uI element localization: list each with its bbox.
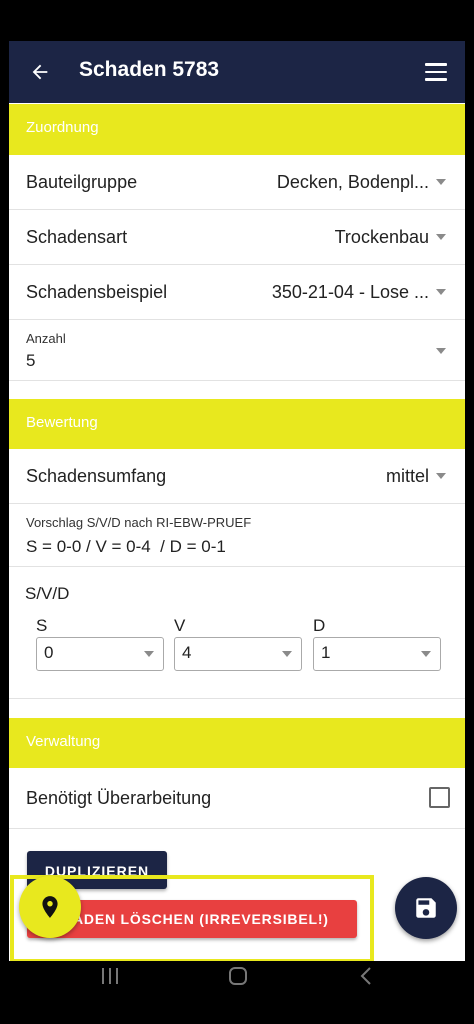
chevron-down-icon xyxy=(144,651,154,657)
home-icon xyxy=(229,967,247,985)
section-label: Bewertung xyxy=(26,414,98,431)
field-value: mittel xyxy=(385,466,429,486)
section-label: Zuordnung xyxy=(26,119,99,136)
app-screen: Schaden 5783 Zuordnung Bauteilgruppe Dec… xyxy=(9,41,465,961)
floppy-disk-icon xyxy=(416,898,436,918)
arrow-left-icon xyxy=(32,64,48,80)
anzahl-select[interactable]: Anzahl 5 xyxy=(9,320,465,381)
divider xyxy=(9,698,465,699)
system-nav-bar xyxy=(0,961,474,1024)
app-bar: Schaden 5783 xyxy=(9,41,465,103)
schadensumfang-select[interactable]: Schadensumfang mittel xyxy=(9,449,465,504)
field-value: 5 xyxy=(26,351,36,370)
back-button[interactable] xyxy=(25,57,55,87)
system-back-button[interactable] xyxy=(358,966,374,986)
s-select[interactable]: 0 xyxy=(36,637,164,671)
field-value: Trockenbau xyxy=(334,227,429,247)
chevron-down-icon xyxy=(282,651,292,657)
recent-apps-icon xyxy=(102,968,118,984)
ueberarbeitung-row: Benötigt Überarbeitung xyxy=(9,768,465,829)
field-label: Schadensart xyxy=(26,227,128,247)
field-label: Bauteilgruppe xyxy=(26,172,138,192)
d-label: D xyxy=(313,616,326,635)
section-header-verwaltung: Verwaltung xyxy=(9,718,465,768)
home-button[interactable] xyxy=(228,966,248,986)
chevron-down-icon xyxy=(436,289,446,295)
hamburger-menu-icon xyxy=(425,63,447,66)
section-header-zuordnung: Zuordnung xyxy=(9,104,465,155)
field-value: Decken, Bodenpl... xyxy=(276,172,429,192)
d-select[interactable]: 1 xyxy=(313,637,441,671)
ueberarbeitung-label: Benötigt Überarbeitung xyxy=(26,788,212,808)
location-fab[interactable] xyxy=(19,876,81,938)
v-label: V xyxy=(174,616,186,635)
svd-label: S/V/D xyxy=(25,584,70,603)
chevron-down-icon xyxy=(436,473,446,479)
chevron-down-icon xyxy=(436,234,446,240)
section-header-bewertung: Bewertung xyxy=(9,399,465,449)
vorschlag-label: Vorschlag S/V/D nach RI-EBW-PRUEF xyxy=(26,515,252,530)
schadensbeispiel-select[interactable]: Schadensbeispiel 350-21-04 - Lose ... xyxy=(9,265,465,320)
chevron-down-icon xyxy=(436,179,446,185)
chevron-down-icon xyxy=(421,651,431,657)
field-label: Schadensumfang xyxy=(26,466,167,486)
chevron-left-icon xyxy=(360,967,371,985)
schadensart-select[interactable]: Schadensart Trockenbau xyxy=(9,210,465,265)
section-label: Verwaltung xyxy=(26,733,101,750)
location-pin-icon xyxy=(42,896,58,918)
field-label: Schadensbeispiel xyxy=(26,282,168,302)
save-fab[interactable] xyxy=(395,877,457,939)
chevron-down-icon xyxy=(436,348,446,354)
bauteilgruppe-select[interactable]: Bauteilgruppe Decken, Bodenpl... xyxy=(9,155,465,210)
vorschlag-value: S = 0-0 / V = 0-4 / D = 0-1 xyxy=(26,537,226,556)
device-frame: Schaden 5783 Zuordnung Bauteilgruppe Dec… xyxy=(0,0,474,1024)
vorschlag-field: Vorschlag S/V/D nach RI-EBW-PRUEF S = 0-… xyxy=(9,504,465,567)
field-value: 350-21-04 - Lose ... xyxy=(271,282,429,302)
ueberarbeitung-checkbox[interactable] xyxy=(429,787,450,808)
page-title: Schaden 5783 xyxy=(79,58,220,81)
s-value: 0 xyxy=(44,643,54,662)
v-value: 4 xyxy=(182,643,192,662)
field-label: Anzahl xyxy=(26,331,66,346)
s-label: S xyxy=(36,616,48,635)
menu-button[interactable] xyxy=(425,63,447,81)
v-select[interactable]: 4 xyxy=(174,637,302,671)
recent-apps-button[interactable] xyxy=(100,967,120,985)
d-value: 1 xyxy=(321,643,331,662)
